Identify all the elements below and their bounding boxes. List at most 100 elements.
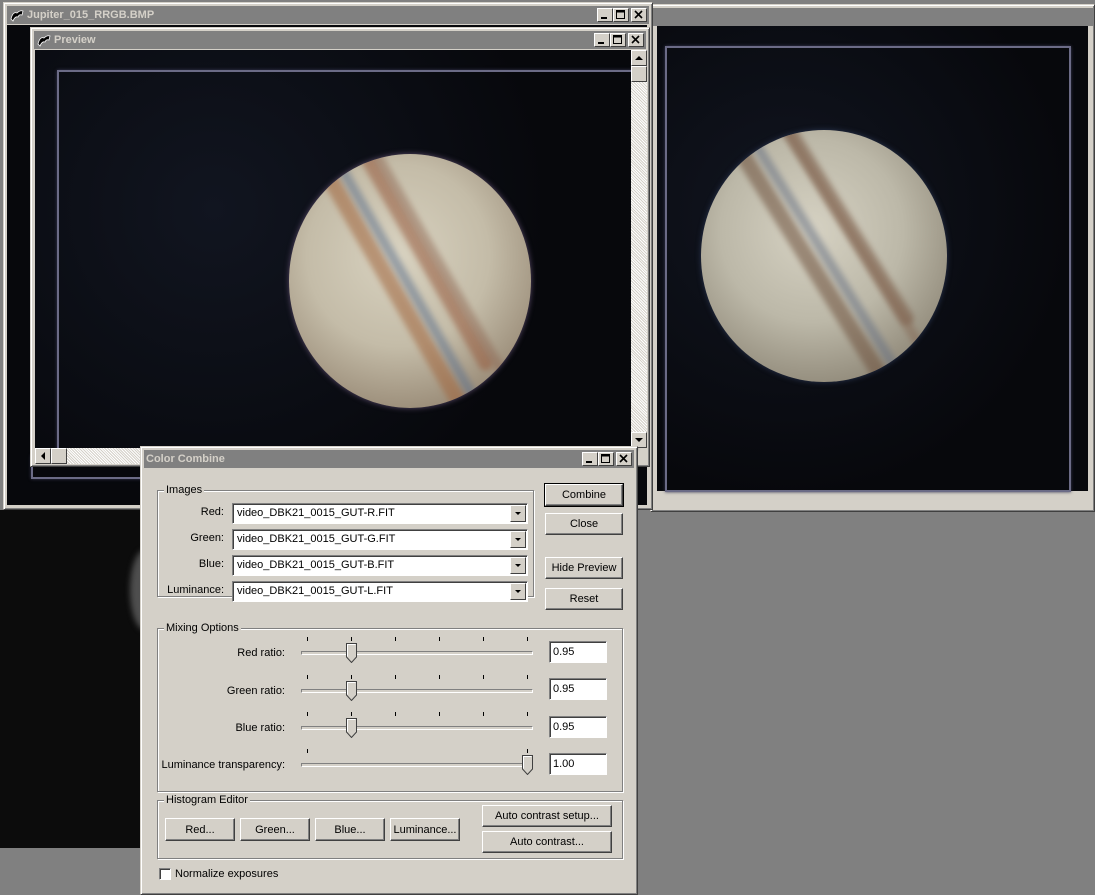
auto-contrast-button[interactable]: Auto contrast...: [482, 831, 612, 853]
main-minimize-button[interactable]: [597, 8, 613, 22]
mixing-options-title: Mixing Options: [164, 622, 241, 634]
red-image-value: video_DBK21_0015_GUT-R.FIT: [237, 507, 395, 519]
minimize-icon: [598, 42, 604, 44]
dialog-maximize-button[interactable]: [598, 452, 614, 466]
luminance-transparency-label: Luminance transparency:: [161, 759, 285, 771]
app-logo-icon: [10, 8, 24, 22]
blue-ratio-slider[interactable]: [301, 712, 533, 744]
preview-scroll-up-button[interactable]: [631, 50, 647, 66]
preview-scroll-left-button[interactable]: [35, 448, 51, 464]
chevron-down-icon: [515, 538, 521, 541]
slider-track[interactable]: [301, 651, 533, 655]
maximize-icon: [616, 10, 625, 19]
slider-thumb[interactable]: [346, 643, 357, 663]
preview-horizontal-scroll-thumb[interactable]: [51, 448, 67, 464]
main-window-titlebar[interactable]: Jupiter_015_RRGB.BMP: [7, 6, 649, 24]
images-group-title: Images: [164, 484, 205, 496]
blue-image-label: Blue:: [198, 558, 224, 570]
slider-tick: [307, 749, 308, 753]
red-ratio-slider[interactable]: [301, 637, 533, 669]
slider-tick: [527, 712, 528, 716]
preview-vertical-scrollbar[interactable]: [631, 50, 647, 448]
right-image-titlebar[interactable]: [651, 8, 1094, 26]
chevron-down-icon: [515, 512, 521, 515]
luminance-image-dropdown-button[interactable]: [510, 583, 526, 600]
red-image-dropdown-button[interactable]: [510, 505, 526, 522]
green-image-dropdown-button[interactable]: [510, 531, 526, 548]
right-planet-image: [701, 130, 947, 382]
dialog-minimize-button[interactable]: [582, 452, 598, 466]
luminance-transparency-slider[interactable]: [301, 749, 533, 781]
slider-tick: [395, 637, 396, 641]
main-close-button[interactable]: [631, 8, 647, 22]
blue-ratio-label: Blue ratio:: [235, 722, 285, 734]
minimize-icon: [586, 461, 592, 463]
dialog-close-button[interactable]: [616, 452, 632, 466]
main-maximize-button[interactable]: [613, 8, 629, 22]
histogram-red-button[interactable]: Red...: [165, 818, 235, 841]
combine-button[interactable]: Combine: [544, 483, 624, 507]
close-icon: [634, 10, 643, 19]
slider-tick: [439, 712, 440, 716]
green-ratio-slider[interactable]: [301, 675, 533, 707]
green-ratio-label: Green ratio:: [226, 685, 285, 697]
slider-thumb[interactable]: [522, 755, 533, 775]
dialog-titlebar[interactable]: Color Combine: [144, 450, 634, 468]
normalize-exposures-checkbox[interactable]: [159, 868, 171, 880]
luminance-image-select[interactable]: video_DBK21_0015_GUT-L.FIT: [232, 581, 528, 602]
slider-tick: [395, 712, 396, 716]
slider-tick: [351, 712, 352, 716]
red-ratio-input[interactable]: [549, 641, 607, 663]
arrow-down-icon: [635, 438, 643, 442]
green-image-select[interactable]: video_DBK21_0015_GUT-G.FIT: [232, 529, 528, 550]
slider-tick: [527, 749, 528, 753]
slider-tick: [527, 637, 528, 641]
slider-tick: [527, 675, 528, 679]
green-ratio-input[interactable]: [549, 678, 607, 700]
slider-tick: [439, 675, 440, 679]
slider-tick: [307, 675, 308, 679]
auto-contrast-setup-button[interactable]: Auto contrast setup...: [482, 805, 612, 827]
blue-image-dropdown-button[interactable]: [510, 557, 526, 574]
slider-tick: [439, 637, 440, 641]
maximize-icon: [613, 35, 622, 44]
slider-tick: [483, 637, 484, 641]
red-image-select[interactable]: video_DBK21_0015_GUT-R.FIT: [232, 503, 528, 524]
slider-tick: [351, 637, 352, 641]
preview-titlebar[interactable]: Preview: [34, 31, 646, 49]
histogram-luminance-button[interactable]: Luminance...: [390, 818, 460, 841]
preview-maximize-button[interactable]: [610, 33, 626, 47]
app-logo-icon: [37, 33, 51, 47]
preview-window: Preview: [30, 27, 650, 467]
preview-planet-image: [289, 154, 531, 408]
histogram-editor-title: Histogram Editor: [164, 794, 250, 806]
slider-thumb[interactable]: [346, 718, 357, 738]
histogram-editor-group: Histogram Editor Red... Green... Blue...…: [157, 794, 623, 859]
slider-tick: [395, 675, 396, 679]
slider-tick: [483, 712, 484, 716]
reset-button[interactable]: Reset: [545, 588, 623, 610]
luminance-image-label: Luminance:: [167, 584, 224, 596]
hide-preview-button[interactable]: Hide Preview: [545, 557, 623, 579]
preview-close-button[interactable]: [628, 33, 644, 47]
right-image-window: [650, 4, 1095, 512]
slider-tick: [351, 675, 352, 679]
slider-tick: [307, 637, 308, 641]
close-button[interactable]: Close: [545, 513, 623, 535]
preview-minimize-button[interactable]: [594, 33, 610, 47]
red-image-label: Red:: [200, 506, 224, 518]
preview-vertical-scroll-thumb[interactable]: [631, 66, 647, 82]
arrow-left-icon: [41, 452, 45, 460]
slider-track[interactable]: [301, 763, 533, 767]
slider-tick: [483, 675, 484, 679]
luminance-transparency-input[interactable]: [549, 753, 607, 775]
slider-thumb[interactable]: [346, 681, 357, 701]
dialog-title: Color Combine: [146, 453, 225, 465]
slider-track[interactable]: [301, 689, 533, 693]
slider-track[interactable]: [301, 726, 533, 730]
blue-image-select[interactable]: video_DBK21_0015_GUT-B.FIT: [232, 555, 528, 576]
blue-ratio-input[interactable]: [549, 716, 607, 738]
normalize-exposures-label: Normalize exposures: [175, 868, 279, 880]
histogram-blue-button[interactable]: Blue...: [315, 818, 385, 841]
histogram-green-button[interactable]: Green...: [240, 818, 310, 841]
